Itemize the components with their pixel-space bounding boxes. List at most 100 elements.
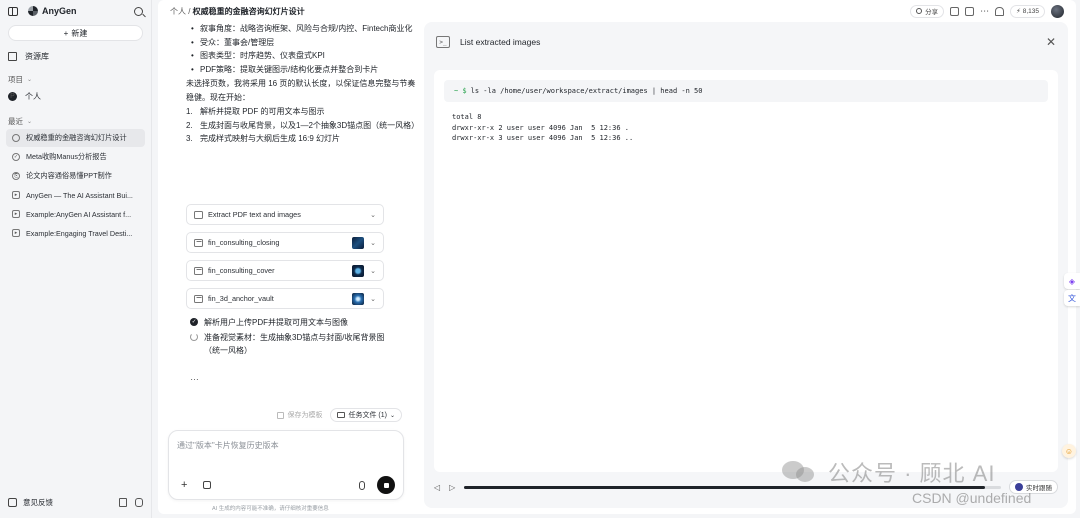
- terminal-icon: [194, 210, 203, 219]
- more-icon[interactable]: ⋯: [980, 6, 989, 16]
- recent-list: 权威稳重的金融咨询幻灯片设计 ✓ Meta收购Manus分析报告 ⎘ 论文内容通俗易…: [0, 129, 151, 242]
- sidebar-footer: 意见反馈: [8, 497, 143, 508]
- task-files-button[interactable]: 任务文件 (1) ⌄: [330, 408, 402, 422]
- bell-icon[interactable]: [995, 6, 1005, 16]
- feedback-link[interactable]: 意见反馈: [23, 497, 53, 508]
- sidebar-item-label: 个人: [25, 91, 41, 101]
- message-composer[interactable]: 通过"版本"卡片恢复历史版本 +: [168, 430, 404, 500]
- microphone-icon[interactable]: [359, 481, 365, 490]
- mobile-icon[interactable]: [119, 498, 127, 507]
- attach-plus-icon[interactable]: +: [181, 479, 187, 491]
- recent-label: 最近: [8, 116, 23, 126]
- breadcrumb: 个人 / 权威稳重的金融咨询幻灯片设计: [170, 6, 305, 17]
- list-item: 2. 生成封面与收尾背景，以及1—2个抽象3D锚点图（统一风格）: [186, 119, 420, 133]
- spinner-icon: [190, 333, 198, 341]
- library-icon: [8, 51, 17, 61]
- recent-item[interactable]: 权威稳重的金融咨询幻灯片设计: [6, 129, 145, 147]
- tool-card-label: Extract PDF text and images: [208, 210, 301, 219]
- panel-header: >_ List extracted images ✕: [424, 22, 1068, 62]
- assistant-widget-icon[interactable]: ◈: [1064, 273, 1080, 289]
- previous-icon[interactable]: ◁: [434, 483, 440, 492]
- close-icon[interactable]: ✕: [1046, 35, 1056, 49]
- panel-title: List extracted images: [460, 37, 541, 47]
- chevron-down-icon: ⌄: [27, 118, 33, 125]
- image-icon: [194, 294, 203, 303]
- tool-card-image[interactable]: fin_consulting_closing ⌄: [186, 232, 384, 253]
- breadcrumb-separator: /: [186, 6, 193, 16]
- translate-widget-icon[interactable]: 文: [1064, 290, 1080, 306]
- agent-tools-icon[interactable]: [203, 481, 211, 489]
- chevron-down-icon: ⌄: [389, 412, 395, 419]
- command-line: ~ $ ls -la /home/user/workspace/extract/…: [444, 80, 1048, 102]
- emoji-widget-icon[interactable]: ☺: [1062, 444, 1076, 458]
- new-button[interactable]: + 新建: [8, 25, 143, 41]
- check-circle-icon: ✓: [190, 318, 198, 326]
- tool-calls: Extract PDF text and images ⌄ fin_consul…: [186, 204, 384, 316]
- composer-placeholder[interactable]: 通过"版本"卡片恢复历史版本: [177, 440, 279, 451]
- play-icon[interactable]: ▷: [449, 483, 455, 492]
- anygen-logo-icon: [28, 6, 38, 16]
- credits-count: 8,135: [1022, 7, 1039, 15]
- stop-button[interactable]: [377, 476, 395, 494]
- recent-item[interactable]: ▸ AnyGen — The AI Assistant Bui...: [6, 186, 145, 204]
- slides-icon: ▸: [12, 191, 20, 199]
- list-item: 受众：董事会/管理层: [191, 36, 418, 50]
- sidebar-item-personal[interactable]: P 个人: [0, 87, 151, 105]
- watermark-csdn: CSDN @undefined: [912, 490, 1032, 506]
- template-icon: [277, 411, 285, 419]
- tool-card-image[interactable]: fin_consulting_cover ⌄: [186, 260, 384, 281]
- sidebar-item-library[interactable]: 资源库: [0, 47, 151, 65]
- breadcrumb-current: 权威稳重的金融咨询幻灯片设计: [192, 6, 305, 16]
- search-icon[interactable]: [134, 6, 143, 16]
- share-label: 分享: [925, 9, 939, 16]
- recent-item[interactable]: ▸ Example:AnyGen AI Assistant f...: [6, 205, 145, 223]
- recent-item[interactable]: ▸ Example:Engaging Travel Desti...: [6, 224, 145, 242]
- tool-card-label: fin_3d_anchor_vault: [208, 294, 274, 303]
- new-button-label: 新建: [71, 28, 88, 38]
- sidebar: AnyGen + 新建 资源库 项目 ⌄ P 个人 最近 ⌄ 权威稳重的金融咨询…: [0, 0, 152, 518]
- share-button[interactable]: 分享: [910, 4, 945, 18]
- projects-label: 项目: [8, 74, 23, 84]
- wechat-logo-icon: [782, 461, 816, 483]
- terminal-icon: >_: [436, 36, 450, 48]
- list-item: 3. 完成样式映射与大纲后生成 16:9 幻灯片: [186, 132, 418, 146]
- tool-card-image[interactable]: fin_3d_anchor_vault ⌄: [186, 288, 384, 309]
- check-circle-icon: ✓: [12, 153, 20, 161]
- image-thumbnail[interactable]: [352, 236, 365, 249]
- discord-icon[interactable]: [135, 498, 143, 507]
- requirements-list: 叙事角度：战略咨询框架、风险与合规/内控、Fintech商业化 受众：董事会/管…: [186, 22, 418, 76]
- save-template-label: 保存为模板: [287, 412, 323, 419]
- toggle-sidebar-icon[interactable]: [8, 6, 18, 16]
- task-actions: 保存为模板 任务文件 (1) ⌄: [268, 408, 402, 422]
- top-actions: 分享 ⋯ ⚡ 8,135: [910, 4, 1064, 18]
- projects-section-header[interactable]: 项目 ⌄: [0, 71, 151, 87]
- avatar[interactable]: [1051, 4, 1064, 18]
- tool-card-extract-pdf[interactable]: Extract PDF text and images ⌄: [186, 204, 384, 225]
- image-thumbnail[interactable]: [352, 264, 365, 277]
- brand[interactable]: AnyGen: [28, 6, 77, 16]
- recent-item[interactable]: ⎘ 论文内容通俗易懂PPT制作: [6, 167, 145, 185]
- chevron-down-icon: ⌄: [370, 239, 376, 247]
- recent-item-label: 论文内容通俗易懂PPT制作: [26, 171, 112, 180]
- save-template-button[interactable]: 保存为模板: [277, 410, 322, 420]
- plan-steps: 1. 解析并提取 PDF 的可用文本与图示 2. 生成封面与收尾背景，以及1—2个抽…: [186, 105, 420, 146]
- recent-item[interactable]: ✓ Meta收购Manus分析报告: [6, 148, 145, 166]
- watermark-wechat: 公众号 · 顾北 AI: [782, 456, 995, 488]
- sidebar-item-label: 资源库: [25, 51, 49, 61]
- typing-indicator: …: [190, 372, 200, 382]
- chevron-down-icon: ⌄: [370, 267, 376, 275]
- progress-text: 准备视觉素材：生成抽象3D锚点与封面/收尾背景图（统一风格）: [204, 333, 385, 355]
- recent-item-label: AnyGen — The AI Assistant Bui...: [26, 190, 133, 200]
- folder-icon: [337, 412, 346, 418]
- breadcrumb-parent[interactable]: 个人: [170, 7, 186, 16]
- recent-section-header[interactable]: 最近 ⌄: [0, 113, 151, 129]
- image-thumbnail[interactable]: [352, 292, 365, 305]
- document-icon: ⎘: [12, 172, 20, 180]
- step-text: 生成封面与收尾背景，以及1—2个抽象3D锚点图（统一风格）: [200, 120, 420, 130]
- download-icon[interactable]: [965, 6, 975, 16]
- image-icon: [194, 238, 203, 247]
- users-icon: [916, 8, 923, 14]
- chevron-down-icon: ⌄: [370, 211, 376, 219]
- credits-badge[interactable]: ⚡ 8,135: [1010, 4, 1045, 18]
- gift-icon[interactable]: [950, 6, 960, 16]
